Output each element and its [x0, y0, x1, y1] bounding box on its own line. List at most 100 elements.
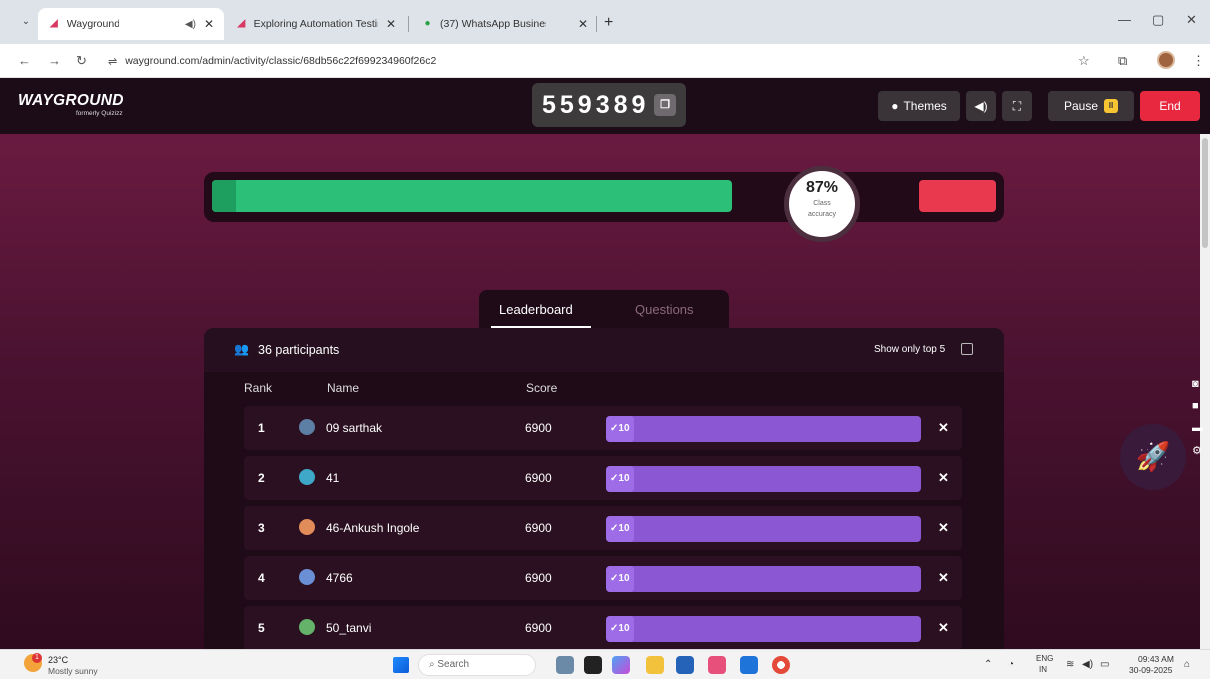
- participant-name: 46-Ankush Ingole: [326, 521, 420, 535]
- sound-button[interactable]: ◀): [966, 91, 996, 121]
- copy-code-icon[interactable]: ❐: [654, 94, 676, 116]
- show-hidden-icons-icon[interactable]: ⌃: [984, 659, 992, 670]
- score: 6900: [525, 571, 552, 585]
- correct-count-badge: ✓10: [606, 616, 634, 642]
- close-tab-icon[interactable]: ✕: [386, 17, 396, 31]
- correct-count: 10: [618, 623, 630, 634]
- accuracy-label: accuracy: [807, 211, 836, 218]
- wifi-icon[interactable]: ≋: [1066, 659, 1074, 670]
- rank: 2: [258, 471, 265, 485]
- tab-title: Wayground: [66, 18, 119, 30]
- address-bar: ← → ↻ ⇌ wayground.com/admin/activity/cla…: [0, 44, 1210, 78]
- wrong-icon: ✕: [938, 620, 949, 635]
- copilot-icon[interactable]: [612, 656, 630, 674]
- chrome-icon[interactable]: [772, 656, 790, 674]
- tab-search-icon[interactable]: ⌄: [18, 14, 34, 30]
- end-button[interactable]: End: [1140, 91, 1200, 121]
- table-row[interactable]: 5 50_tanvi 6900 ✓10 ✕: [244, 606, 962, 649]
- leaderboard-header: 👥 36 participants Show only top 5: [204, 328, 1004, 372]
- class-accuracy-bar: [204, 172, 1004, 222]
- volume-icon[interactable]: ◀): [1082, 659, 1093, 670]
- maximize-icon[interactable]: ▢: [1152, 12, 1164, 28]
- tab-title: (37) WhatsApp Business: [440, 18, 546, 30]
- site-settings-icon[interactable]: ⇌: [108, 55, 117, 68]
- extensions-icon[interactable]: ⧉: [1118, 53, 1127, 69]
- reload-icon[interactable]: ↻: [76, 53, 87, 69]
- url-text[interactable]: wayground.com/admin/activity/classic/68d…: [125, 55, 436, 67]
- new-tab-plus-icon[interactable]: +: [604, 14, 613, 32]
- close-window-icon[interactable]: ✕: [1186, 12, 1197, 28]
- pause-button[interactable]: Pause II: [1048, 91, 1134, 121]
- widgets-app-icon[interactable]: [556, 656, 574, 674]
- back-arrow-icon[interactable]: ←: [18, 53, 31, 68]
- game-code: 559389: [542, 91, 650, 119]
- themes-button[interactable]: ● Themes: [878, 91, 960, 121]
- avatar: [299, 419, 315, 435]
- outlook-icon[interactable]: [740, 656, 758, 674]
- scroll-thumb[interactable]: [1202, 138, 1208, 248]
- avatar: [299, 469, 315, 485]
- wrong-icon: ✕: [938, 420, 949, 435]
- correct-count-badge: ✓10: [606, 416, 634, 442]
- file-explorer-icon[interactable]: [646, 656, 664, 674]
- tab-exploring[interactable]: ◢ Exploring Automation Testing | ✕: [226, 8, 406, 40]
- correct-count: 10: [618, 473, 630, 484]
- profile-avatar[interactable]: [1157, 51, 1175, 69]
- windows-start-icon[interactable]: [393, 657, 409, 673]
- end-label: End: [1159, 99, 1181, 113]
- tab-wayground[interactable]: ◢ Wayground ◀) ✕: [38, 8, 224, 40]
- whatsapp-favicon-icon: ●: [424, 18, 431, 29]
- temperature[interactable]: 23°C: [48, 655, 68, 665]
- fullscreen-button[interactable]: ⛶: [1002, 91, 1032, 121]
- language-indicator[interactable]: ENG: [1036, 654, 1053, 663]
- themes-label: Themes: [903, 99, 947, 113]
- menu-kebab-icon[interactable]: ⋮: [1192, 53, 1205, 69]
- app-icon[interactable]: [708, 656, 726, 674]
- video-icon[interactable]: ■: [1192, 400, 1210, 422]
- url-bar[interactable]: ⇌ wayground.com/admin/activity/classic/6…: [100, 49, 1070, 73]
- column-header-rank: Rank: [244, 381, 273, 395]
- wayground-favicon-icon: ◢: [237, 18, 246, 29]
- class-accuracy-badge: 87% Class accuracy: [784, 166, 860, 242]
- taskbar-search[interactable]: ⌕ Search: [418, 654, 536, 676]
- gear-icon[interactable]: ⚙: [1192, 444, 1210, 466]
- logo[interactable]: WAYGROUND: [18, 92, 124, 110]
- task-view-icon[interactable]: [584, 656, 602, 674]
- rank: 3: [258, 521, 265, 535]
- region-indicator: IN: [1039, 665, 1047, 674]
- correct-count: 10: [618, 523, 630, 534]
- tab-questions[interactable]: Questions: [635, 302, 694, 317]
- close-tab-icon[interactable]: ✕: [578, 17, 588, 31]
- incorrect-portion: [919, 180, 996, 212]
- table-row[interactable]: 3 46-Ankush Ingole 6900 ✓10 ✕: [244, 506, 962, 550]
- network-app-icon[interactable]: ◔: [1008, 659, 1014, 670]
- table-row[interactable]: 1 09 sarthak 6900 ✓10 ✕: [244, 406, 962, 450]
- store-icon[interactable]: [676, 656, 694, 674]
- chat-icon[interactable]: ▬: [1192, 422, 1210, 444]
- show-top5-checkbox[interactable]: [961, 343, 973, 355]
- forward-arrow-icon[interactable]: →: [48, 53, 61, 68]
- game-code-box: 559389 ❐: [532, 83, 686, 127]
- participant-name: 41: [326, 471, 340, 485]
- notifications-icon[interactable]: ⌂: [1184, 659, 1190, 670]
- tab-whatsapp[interactable]: ● (37) WhatsApp Business ✕: [412, 8, 598, 40]
- correct-count-badge: ✓10: [606, 566, 634, 592]
- camera-icon[interactable]: ◙: [1192, 378, 1210, 400]
- score: 6900: [525, 471, 552, 485]
- app-header: WAYGROUND formerly Quizizz 559389 ❐ ● Th…: [0, 78, 1210, 134]
- table-row[interactable]: 2 41 6900 ✓10 ✕: [244, 456, 962, 500]
- table-row[interactable]: 4 4766 6900 ✓10 ✕: [244, 556, 962, 600]
- side-toolbar: ◙ ■ ▬ ⚙: [1192, 378, 1210, 466]
- participants-icon: 👥: [234, 342, 249, 356]
- clock-time[interactable]: 09:43 AM: [1138, 654, 1174, 664]
- participant-name: 4766: [326, 571, 353, 585]
- speaker-icon[interactable]: ◀): [185, 19, 196, 30]
- bookmark-star-icon[interactable]: ☆: [1078, 53, 1090, 69]
- rocket-icon[interactable]: 🚀: [1120, 424, 1186, 490]
- weather-condition: Mostly sunny: [48, 666, 98, 676]
- close-tab-icon[interactable]: ✕: [204, 17, 214, 31]
- tab-leaderboard[interactable]: Leaderboard: [499, 302, 573, 317]
- battery-icon[interactable]: ▭: [1100, 659, 1109, 670]
- correct-count: 10: [618, 573, 630, 584]
- minimize-icon[interactable]: —: [1118, 12, 1131, 27]
